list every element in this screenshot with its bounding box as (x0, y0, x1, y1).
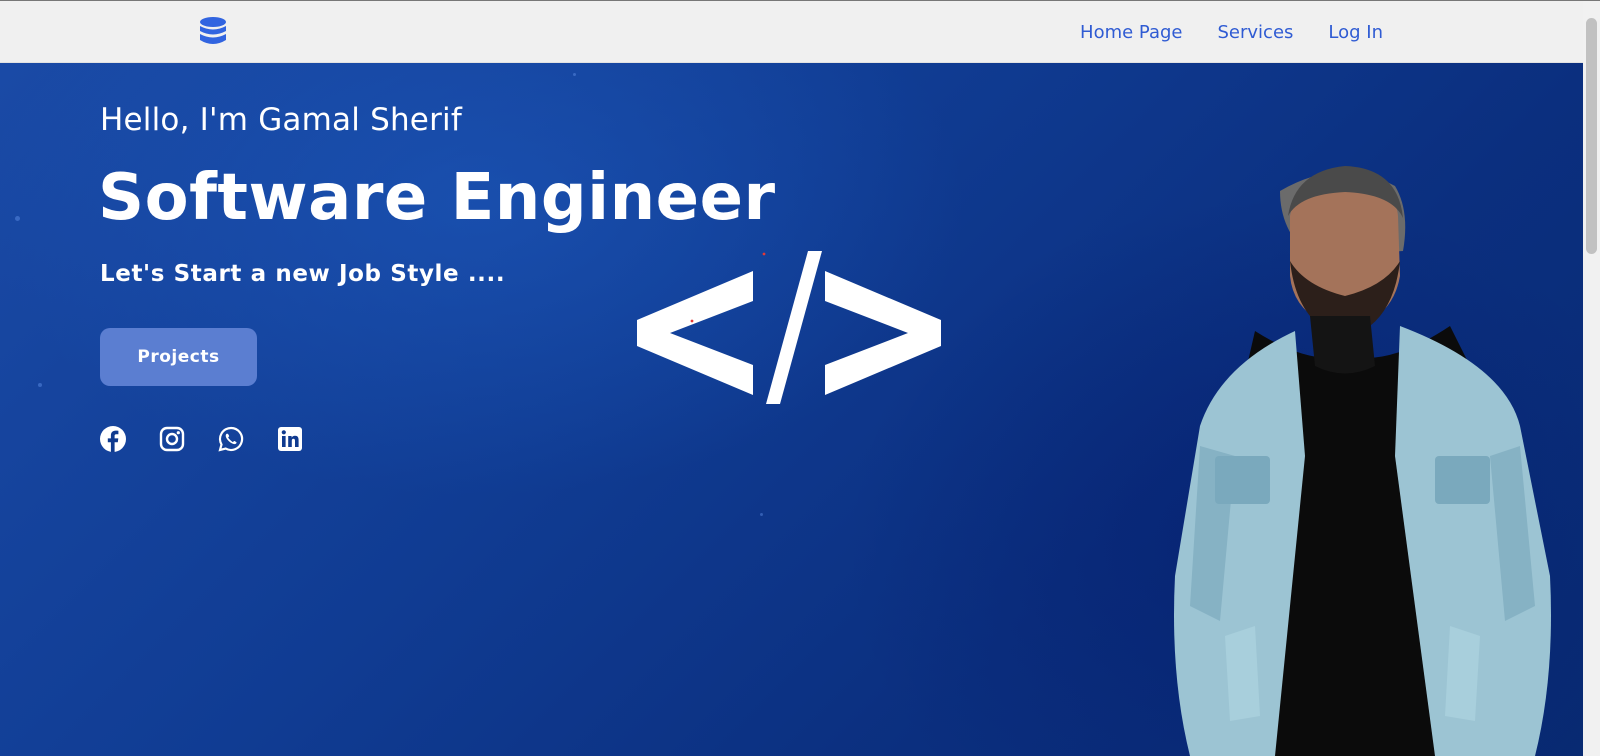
linkedin-icon[interactable] (277, 426, 303, 452)
social-links (100, 426, 303, 452)
scrollbar-thumb[interactable] (1586, 18, 1597, 254)
whatsapp-icon[interactable] (218, 426, 244, 452)
facebook-icon[interactable] (100, 426, 126, 452)
database-icon[interactable] (199, 17, 227, 47)
background-dot (15, 216, 20, 221)
background-dot (760, 513, 763, 516)
hero-section: Hello, I'm Gamal Sherif Software Enginee… (0, 63, 1583, 756)
profile-photo (1174, 166, 1551, 756)
nav-link-home-page[interactable]: Home Page (1080, 22, 1182, 43)
code-symbol-icon: </> (637, 251, 941, 404)
greeting-text: Hello, I'm Gamal Sherif (100, 102, 462, 138)
projects-button[interactable]: Projects (100, 328, 257, 386)
instagram-icon[interactable] (159, 426, 185, 452)
nav-link-log-in[interactable]: Log In (1328, 22, 1383, 43)
background-dot (38, 383, 42, 387)
navbar: Home Page Services Log In (0, 1, 1583, 63)
background-dot (573, 73, 576, 76)
nav-links: Home Page Services Log In (1080, 1, 1383, 63)
headline-title: Software Engineer (98, 161, 776, 235)
tagline-text: Let's Start a new Job Style .... (100, 261, 506, 287)
nav-link-services[interactable]: Services (1218, 22, 1294, 43)
